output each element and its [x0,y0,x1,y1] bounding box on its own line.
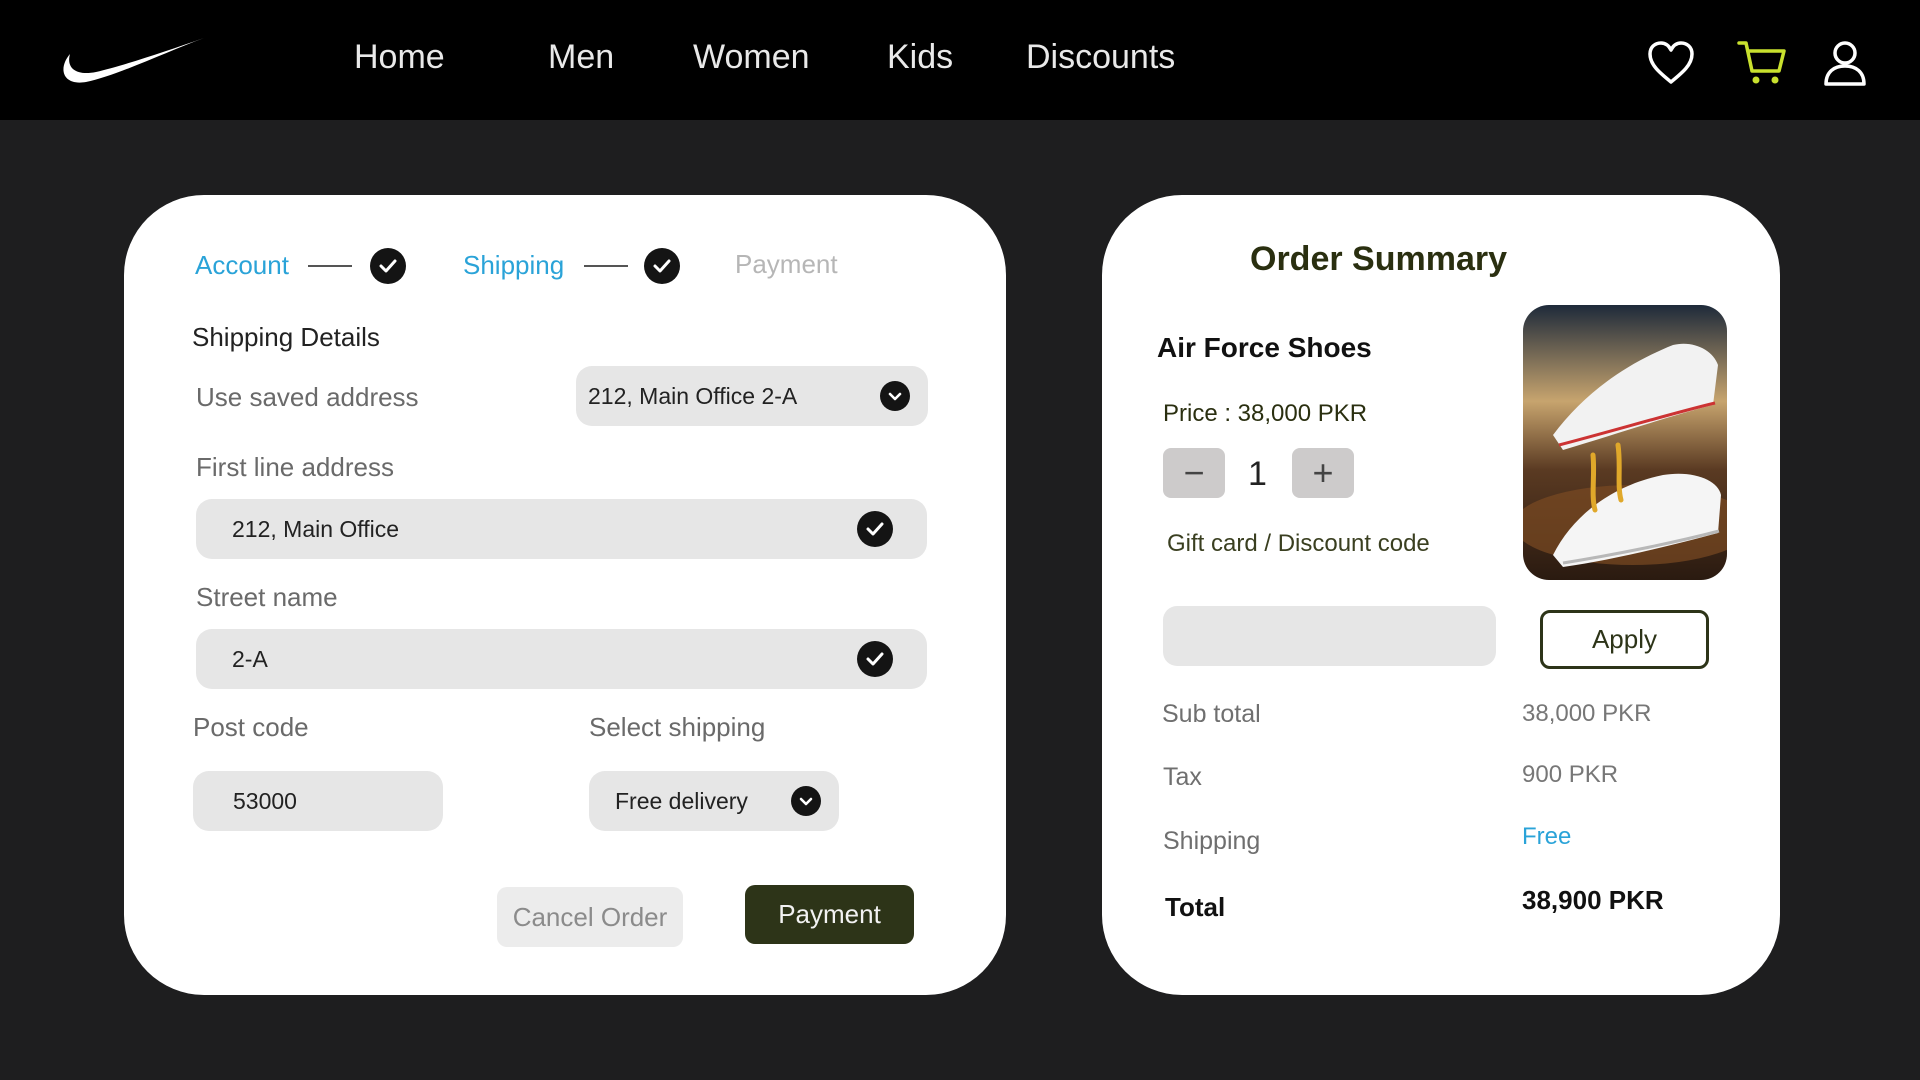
gift-card-label: Gift card / Discount code [1167,530,1430,557]
total-value: 38,900 PKR [1522,885,1664,915]
total-label: Total [1165,892,1226,922]
cart-icon[interactable] [1737,38,1787,88]
select-shipping-label: Select shipping [589,712,766,742]
postcode-value: 53000 [233,787,297,814]
subtotal-label: Sub total [1162,700,1261,728]
first-line-label: First line address [196,452,394,482]
order-summary-title: Order Summary [1250,240,1507,278]
step-divider [584,265,628,267]
saved-address-select[interactable]: 212, Main Office 2-A [576,366,928,426]
step-account-check-icon [370,248,406,284]
chevron-down-icon [880,381,910,411]
shipping-method-value: Free delivery [615,787,748,814]
nav-home[interactable]: Home [354,38,445,77]
check-icon [857,641,893,677]
nike-logo[interactable] [56,34,206,90]
nav-women[interactable]: Women [693,38,810,77]
gift-card-input[interactable] [1163,606,1496,666]
postcode-input[interactable]: 53000 [193,771,443,831]
tax-label: Tax [1163,763,1202,791]
street-label: Street name [196,582,338,612]
shipping-method-select[interactable]: Free delivery [589,771,839,831]
subtotal-value: 38,000 PKR [1522,700,1652,727]
first-line-value: 212, Main Office [232,515,400,542]
postcode-label: Post code [193,712,309,742]
check-icon [857,511,893,547]
tax-value: 900 PKR [1522,761,1619,788]
product-image [1523,305,1727,580]
step-divider [308,265,352,267]
step-shipping[interactable]: Shipping [463,250,564,281]
user-icon[interactable] [1820,38,1870,88]
step-payment[interactable]: Payment [735,249,838,280]
nav-discounts[interactable]: Discounts [1026,38,1175,77]
street-input[interactable]: 2-A [196,629,927,689]
nav-men[interactable]: Men [548,38,614,77]
cancel-order-button[interactable]: Cancel Order [497,887,683,947]
top-nav: Home Men Women Kids Discounts [0,0,1920,120]
heart-icon[interactable] [1646,38,1696,88]
nav-kids[interactable]: Kids [887,38,953,77]
quantity-increase-button[interactable]: + [1292,448,1354,498]
step-shipping-check-icon [644,248,680,284]
first-line-input[interactable]: 212, Main Office [196,499,927,559]
street-value: 2-A [232,645,268,672]
shipping-label: Shipping [1163,827,1261,855]
payment-button[interactable]: Payment [745,885,914,944]
product-name: Air Force Shoes [1157,332,1372,363]
chevron-down-icon [791,786,821,816]
shipping-value: Free [1522,823,1572,850]
quantity-decrease-button[interactable]: − [1163,448,1225,498]
shipping-details-title: Shipping Details [192,322,380,352]
saved-address-label: Use saved address [196,382,419,412]
quantity-value: 1 [1248,455,1267,493]
apply-button[interactable]: Apply [1540,610,1709,669]
product-price: Price : 38,000 PKR [1163,400,1368,427]
saved-address-value: 212, Main Office 2-A [588,382,798,409]
step-account[interactable]: Account [195,250,289,281]
